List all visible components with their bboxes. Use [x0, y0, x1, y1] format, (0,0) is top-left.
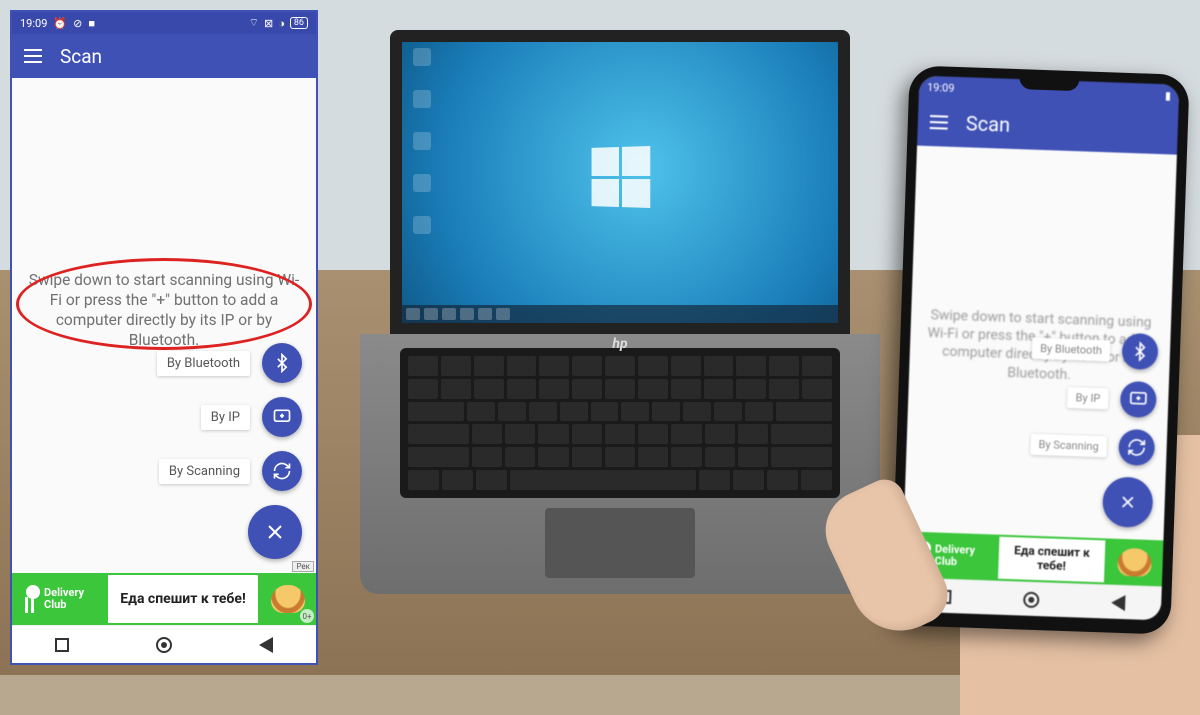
- ad-age-badge: 0+: [300, 609, 314, 623]
- app-title: Scan: [60, 45, 102, 68]
- windows-logo-icon: [592, 146, 651, 208]
- appbar: Scan: [12, 34, 316, 78]
- phone-screenshot: 19:09 ⏰ ⊘ ■ ⌔ ⊠ ◑ 86 Scan Swipe down to …: [10, 10, 318, 665]
- fab-label-bluetooth: By Bluetooth: [157, 351, 250, 376]
- dnd-icon: ⊘: [73, 17, 82, 30]
- ad-banner[interactable]: DeliveryClub Еда спешит к тебе! Рек 0+: [12, 573, 316, 625]
- fab-scanning[interactable]: [1118, 429, 1155, 466]
- fab-ip[interactable]: [262, 397, 302, 437]
- laptop-keyboard: [400, 348, 840, 498]
- scene-photo: hp 19:09 ▮ Scan: [0, 0, 1200, 675]
- phone-in-hand: 19:09 ▮ Scan Swipe down to start scannin…: [890, 65, 1189, 634]
- monitor-plus-icon: [1128, 389, 1149, 410]
- refresh-icon: [1126, 437, 1147, 458]
- battery-icon: 86: [290, 17, 308, 29]
- ad-brand-block: DeliveryClub: [12, 573, 108, 625]
- nav-home-button[interactable]: [156, 637, 172, 653]
- menu-icon[interactable]: [930, 115, 948, 130]
- desktop-icons: [408, 48, 436, 248]
- fab-menu: By Bluetooth By IP By Scanning: [157, 343, 302, 559]
- annotation-circle: [16, 258, 312, 350]
- video-icon: ■: [88, 17, 95, 30]
- bluetooth-icon: [1130, 341, 1151, 362]
- fab-bluetooth[interactable]: [1121, 333, 1158, 370]
- ad-text: Еда спешит к тебе!: [108, 573, 260, 625]
- refresh-icon: [272, 461, 292, 481]
- hp-logo: hp: [612, 336, 627, 352]
- nav-home[interactable]: [1023, 591, 1040, 608]
- bluetooth-status-icon: ⌔: [249, 16, 259, 30]
- close-icon: [1117, 492, 1138, 513]
- fab-scanning[interactable]: [262, 451, 302, 491]
- menu-button[interactable]: [24, 49, 42, 63]
- ad-image-block: Рек 0+: [260, 573, 316, 625]
- close-icon: [263, 520, 287, 544]
- laptop-desktop: [402, 42, 838, 323]
- ad-tag: Рек: [292, 561, 314, 572]
- android-navbar: [12, 625, 316, 663]
- laptop-bezel: [390, 30, 850, 335]
- alarm-off-icon: ⏰: [53, 17, 67, 30]
- wifi-icon: ◑: [278, 17, 285, 30]
- laptop: hp: [360, 30, 880, 594]
- fab-label-ip: By IP: [1067, 387, 1108, 409]
- monitor-plus-icon: [272, 407, 292, 427]
- burger-icon: [1117, 548, 1152, 577]
- status-time: 19:09: [20, 17, 47, 30]
- fab-label-bluetooth: By Bluetooth: [1032, 337, 1111, 361]
- bluetooth-icon: [272, 353, 292, 373]
- content-small: Swipe down to start scanning using Wi-Fi…: [904, 146, 1177, 541]
- app-title: Scan: [965, 111, 1010, 137]
- nosim-icon: ⊠: [264, 17, 273, 30]
- fab-close[interactable]: [1102, 476, 1154, 528]
- statusbar: 19:09 ⏰ ⊘ ■ ⌔ ⊠ ◑ 86: [12, 12, 316, 34]
- delivery-club-logo-icon: [18, 585, 40, 613]
- fab-label-scanning: By Scanning: [159, 459, 250, 484]
- ad-text: Еда спешит к тебе!: [998, 535, 1108, 585]
- fab-label-scanning: By Scanning: [1030, 433, 1107, 457]
- fab-label-ip: By IP: [201, 405, 250, 430]
- nav-back[interactable]: [1111, 594, 1126, 610]
- fab-bluetooth[interactable]: [262, 343, 302, 383]
- laptop-base: hp: [360, 334, 880, 594]
- main-content[interactable]: Swipe down to start scanning using Wi-Fi…: [12, 78, 316, 573]
- burger-icon: [271, 585, 305, 613]
- laptop-touchpad: [545, 508, 695, 578]
- windows-taskbar: [402, 305, 838, 323]
- fab-ip[interactable]: [1120, 381, 1157, 418]
- nav-recents-button[interactable]: [55, 638, 69, 652]
- phone-in-hand-screen: 19:09 ▮ Scan Swipe down to start scannin…: [901, 76, 1180, 621]
- nav-back-button[interactable]: [259, 637, 273, 653]
- fab-close[interactable]: [248, 505, 302, 559]
